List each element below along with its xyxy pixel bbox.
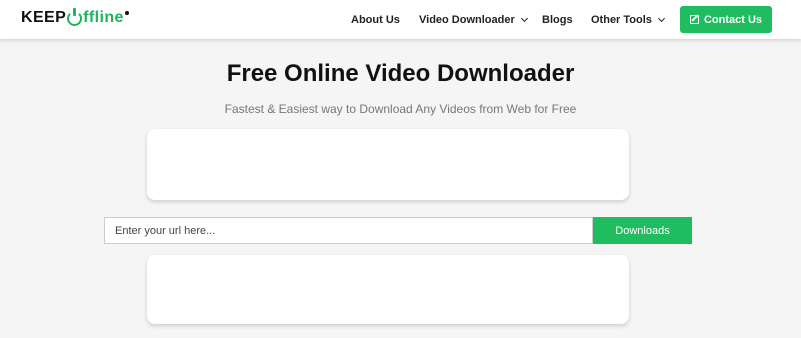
nav-item-label: Blogs: [542, 13, 573, 26]
site-header: KEEP ffline About Us Video Downloader Bl…: [0, 0, 801, 39]
chevron-down-icon: [520, 14, 528, 22]
nav-item-video-downloader[interactable]: Video Downloader: [419, 0, 528, 39]
logo-text-offline: ffline: [83, 9, 124, 26]
site-logo[interactable]: KEEP ffline: [21, 7, 129, 27]
nav-item-blogs[interactable]: Blogs: [542, 0, 573, 39]
page-title: Free Online Video Downloader: [226, 60, 575, 87]
contact-us-label: Contact Us: [703, 13, 763, 26]
nav-item-label: Video Downloader: [419, 13, 515, 26]
chevron-down-icon: [657, 14, 665, 22]
edit-icon: [689, 15, 699, 24]
nav-item-other-tools[interactable]: Other Tools: [591, 0, 665, 39]
page-subtitle: Fastest & Easiest way to Download Any Vi…: [224, 102, 577, 116]
logo-text-keep: KEEP: [21, 9, 67, 26]
url-input[interactable]: [104, 217, 593, 244]
downloads-button-label: Downloads: [615, 224, 670, 237]
nav-item-label: Other Tools: [591, 13, 652, 26]
power-icon: [67, 7, 83, 26]
nav-item-about-us[interactable]: About Us: [351, 0, 400, 39]
logo-dot: [124, 11, 129, 15]
nav-item-label: About Us: [351, 13, 400, 26]
ad-card-top: [147, 129, 629, 200]
ad-card-bottom: [147, 255, 629, 324]
contact-us-button[interactable]: Contact Us: [680, 6, 772, 33]
downloads-button[interactable]: Downloads: [593, 217, 692, 244]
